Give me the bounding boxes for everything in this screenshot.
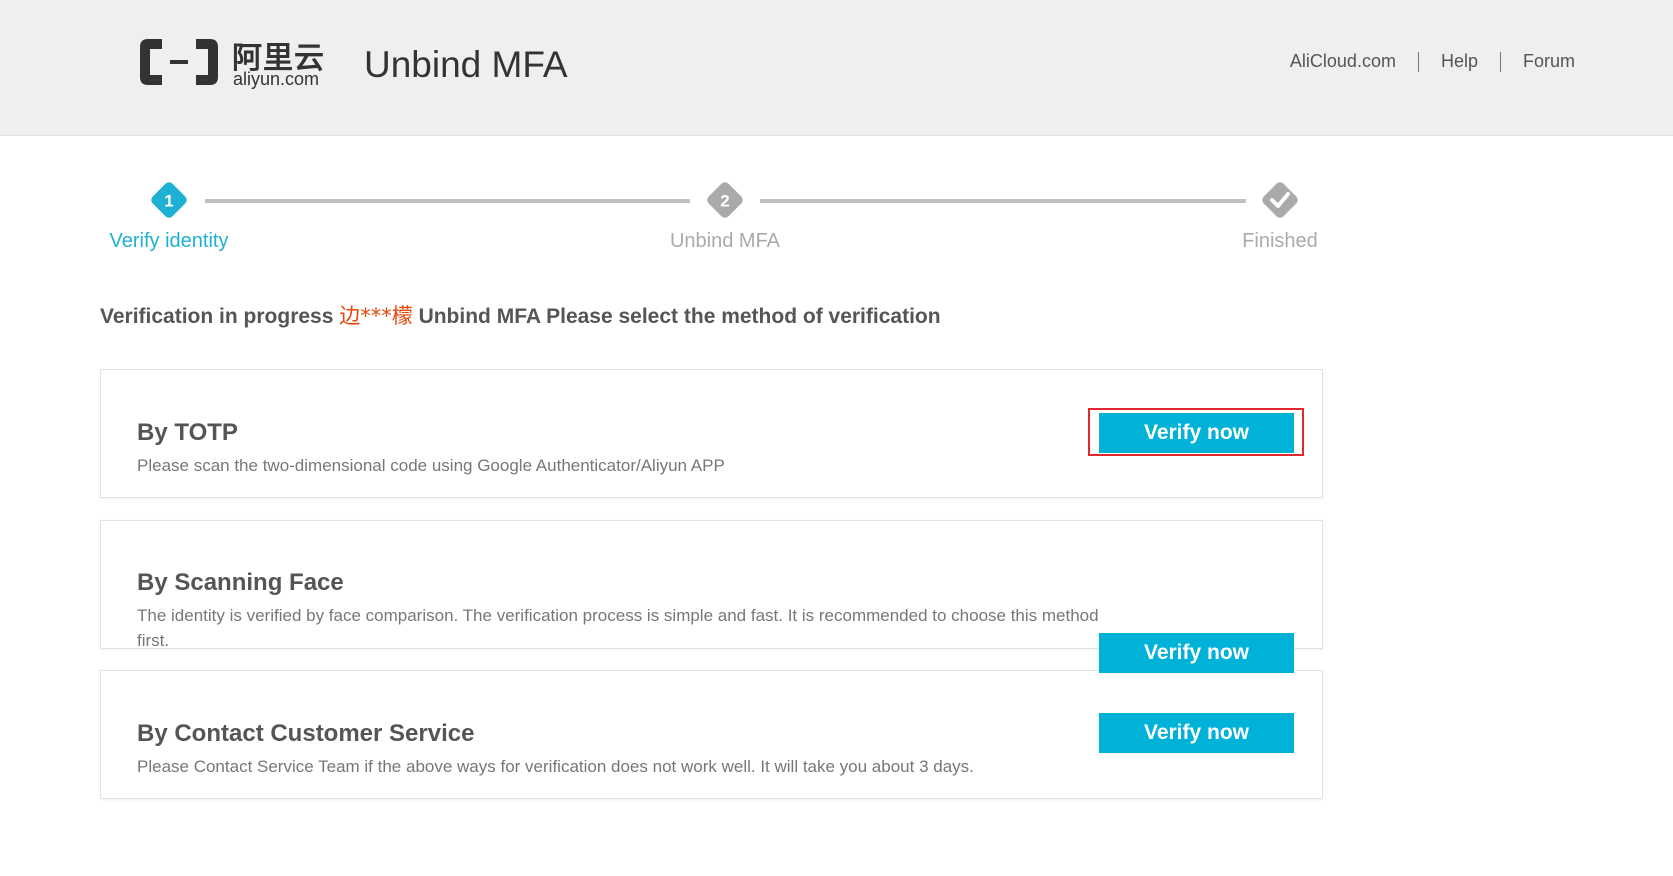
step-1-icon: 1 — [151, 182, 187, 218]
step-connector — [760, 199, 1246, 203]
method-title: By Contact Customer Service — [137, 720, 475, 747]
page-header: 阿里云 aliyun.com Unbind MFA AliCloud.com H… — [0, 0, 1673, 136]
logo-text-en: aliyun.com — [233, 69, 320, 89]
method-description: Please Contact Service Team if the above… — [137, 757, 974, 776]
prompt-tail: Unbind MFA Please select the method of v… — [412, 305, 941, 328]
method-card-face: By Scanning Face The identity is verifie… — [100, 520, 1323, 650]
step-2-icon: 2 — [707, 182, 743, 218]
nav-link-forum[interactable]: Forum — [1501, 51, 1575, 72]
aliyun-logo[interactable]: 阿里云 aliyun.com — [136, 35, 326, 93]
nav-link-help[interactable]: Help — [1419, 51, 1500, 72]
step-2-number: 2 — [720, 192, 729, 211]
step-1-number: 1 — [164, 192, 173, 211]
method-title: By TOTP — [137, 419, 238, 446]
step-3-label: Finished — [1242, 230, 1318, 252]
highlight-annotation-box — [1088, 408, 1304, 456]
prompt-lead: Verification in progress — [100, 305, 340, 328]
step-connector — [205, 199, 690, 203]
page-title: Unbind MFA — [364, 44, 568, 85]
verify-now-button-customer-service[interactable]: Verify now — [1099, 713, 1294, 753]
step-3-icon — [1262, 182, 1298, 218]
aliyun-logo-icon — [140, 39, 218, 85]
step-2-label: Unbind MFA — [669, 230, 781, 252]
verification-prompt: Verification in progress 边***檬 Unbind MF… — [100, 300, 941, 330]
top-nav: AliCloud.com Help Forum — [1268, 51, 1575, 72]
method-description: Please scan the two-dimensional code usi… — [137, 456, 725, 475]
verify-now-button-face[interactable]: Verify now — [1099, 633, 1294, 673]
method-description: The identity is verified by face compari… — [137, 606, 1099, 650]
nav-link-alicloud[interactable]: AliCloud.com — [1268, 51, 1418, 72]
masked-username: 边***檬 — [339, 304, 413, 328]
method-title: By Scanning Face — [137, 569, 344, 596]
step-1-label: Verify identity — [109, 230, 229, 252]
